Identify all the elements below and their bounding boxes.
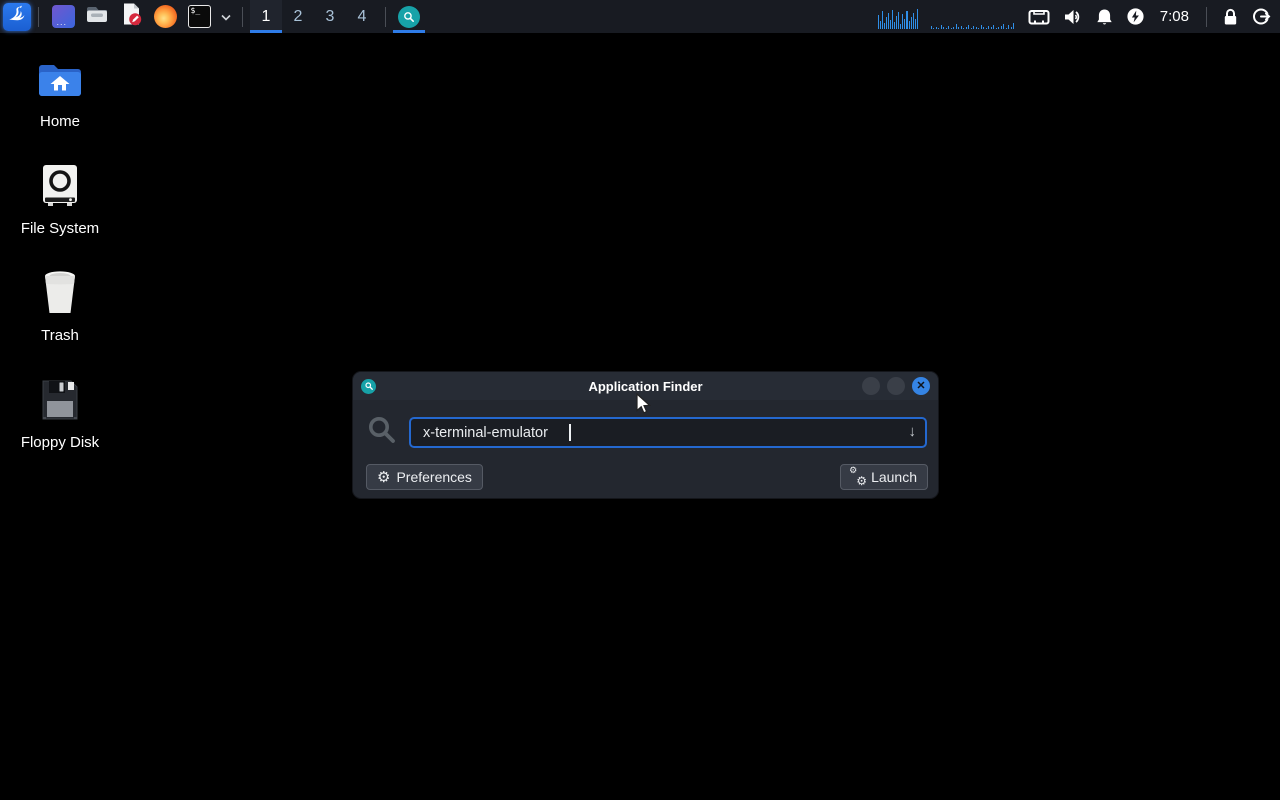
volume-icon[interactable] bbox=[1063, 8, 1083, 26]
workspace-switcher: 1234 bbox=[250, 0, 378, 33]
panel-separator bbox=[1206, 7, 1207, 27]
window-controls: ✕ bbox=[862, 377, 930, 395]
text-editor-launcher[interactable] bbox=[118, 4, 144, 30]
kali-dragon-icon bbox=[6, 3, 28, 30]
taskbar-item-application-finder[interactable] bbox=[393, 0, 425, 33]
desktop-icon-floppy-disk[interactable]: Floppy Disk bbox=[8, 373, 112, 451]
titlebar[interactable]: Application Finder ✕ bbox=[353, 372, 938, 400]
workspace-button-1[interactable]: 1 bbox=[250, 0, 282, 33]
minimize-button[interactable] bbox=[862, 377, 880, 395]
floppy-disk-icon bbox=[39, 374, 81, 426]
lock-screen-icon[interactable] bbox=[1222, 8, 1239, 26]
terminal-window-icon: ... bbox=[52, 5, 75, 28]
search-input[interactable] bbox=[411, 419, 925, 446]
desktop-icon-home[interactable]: Home bbox=[8, 52, 112, 130]
panel-separator bbox=[242, 7, 243, 27]
launch-gears-icon: ⚙⚙ bbox=[851, 470, 865, 484]
desktop-icon-label: Home bbox=[40, 113, 80, 130]
clock[interactable]: 7:08 bbox=[1158, 8, 1191, 25]
launch-button[interactable]: ⚙⚙ Launch bbox=[840, 464, 928, 490]
home-folder-icon bbox=[37, 53, 83, 105]
desktop-icon-file-system[interactable]: File System bbox=[8, 159, 112, 237]
gear-icon: ⚙ bbox=[377, 470, 390, 485]
power-manager-icon[interactable] bbox=[1126, 7, 1145, 26]
terminal-prompt-icon: $_ bbox=[188, 5, 211, 28]
desktop-icon-label: Floppy Disk bbox=[21, 434, 99, 451]
search-box: ↓ bbox=[409, 417, 927, 448]
window-title: Application Finder bbox=[353, 379, 938, 394]
desktop-icon-label: File System bbox=[21, 220, 99, 237]
firefox-icon bbox=[154, 5, 177, 28]
search-icon bbox=[366, 414, 398, 451]
panel-right: 7:08 bbox=[878, 0, 1280, 33]
file-manager-icon bbox=[85, 2, 109, 31]
network-icon[interactable] bbox=[1028, 8, 1050, 26]
button-row: ⚙ Preferences ⚙⚙ Launch bbox=[353, 451, 938, 490]
file-manager-launcher[interactable] bbox=[84, 4, 110, 30]
network-activity-monitor[interactable] bbox=[931, 5, 1015, 29]
maximize-button[interactable] bbox=[887, 377, 905, 395]
application-finder-window: Application Finder ✕ ↓ ⚙ Preferences ⚙⚙ bbox=[352, 371, 939, 499]
trash-can-icon bbox=[40, 267, 80, 319]
web-browser-launcher[interactable] bbox=[152, 4, 178, 30]
launch-button-label: Launch bbox=[871, 469, 917, 485]
text-caret bbox=[569, 424, 571, 441]
preferences-button[interactable]: ⚙ Preferences bbox=[366, 464, 483, 490]
chevron-down-icon[interactable] bbox=[221, 8, 231, 26]
desktop-icon-list: Home File System Trash bbox=[8, 52, 112, 480]
terminal-window-launcher[interactable]: ... bbox=[50, 4, 76, 30]
preferences-button-label: Preferences bbox=[396, 469, 471, 485]
notifications-bell-icon[interactable] bbox=[1096, 8, 1113, 26]
window-app-icon bbox=[361, 379, 376, 394]
panel-separator bbox=[38, 7, 39, 27]
desktop-icon-trash[interactable]: Trash bbox=[8, 266, 112, 344]
file-system-drive-icon bbox=[39, 160, 81, 212]
top-panel: ... bbox=[0, 0, 1280, 33]
terminal-emulator-launcher[interactable]: $_ bbox=[186, 4, 212, 30]
workspace-button-2[interactable]: 2 bbox=[282, 0, 314, 33]
logout-icon[interactable] bbox=[1252, 7, 1272, 26]
desktop-icon-label: Trash bbox=[41, 327, 79, 344]
application-finder-icon bbox=[398, 6, 420, 28]
panel-separator bbox=[385, 7, 386, 27]
text-editor-icon bbox=[119, 2, 143, 31]
search-row: ↓ bbox=[353, 400, 938, 451]
close-button[interactable]: ✕ bbox=[912, 377, 930, 395]
workspace-button-4[interactable]: 4 bbox=[346, 0, 378, 33]
applications-menu-button[interactable] bbox=[3, 3, 31, 31]
cpu-graph-monitor[interactable] bbox=[878, 5, 918, 29]
panel-left: ... bbox=[0, 0, 425, 33]
workspace-button-3[interactable]: 3 bbox=[314, 0, 346, 33]
